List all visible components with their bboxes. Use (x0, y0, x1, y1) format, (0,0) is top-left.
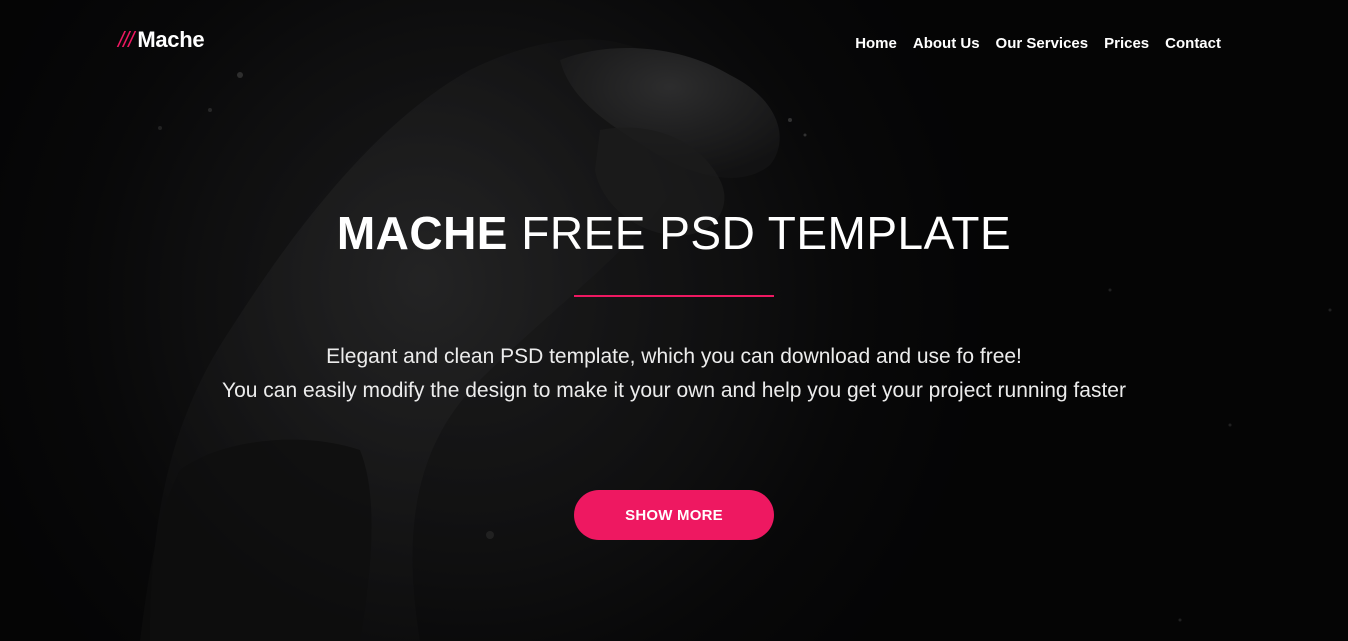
logo-text: Mache (137, 27, 205, 52)
hero-description-line-1: Elegant and clean PSD template, which yo… (326, 345, 1022, 368)
title-divider (574, 295, 774, 297)
hero-description: Elegant and clean PSD template, which yo… (0, 340, 1348, 408)
nav-our-services[interactable]: Our Services (996, 35, 1089, 52)
hero-title-light: FREE PSD TEMPLATE (521, 207, 1012, 259)
logo[interactable]: ///Mache (118, 27, 205, 53)
main-nav: Home About Us Our Services Prices Contac… (855, 35, 1221, 52)
logo-slashes: /// (118, 27, 134, 52)
nav-about-us[interactable]: About Us (913, 35, 980, 52)
show-more-button[interactable]: SHOW MORE (574, 490, 774, 540)
nav-prices[interactable]: Prices (1104, 35, 1149, 52)
nav-home[interactable]: Home (855, 35, 897, 52)
hero-title-strong: MACHE (336, 207, 508, 259)
hero-section: ///Mache Home About Us Our Services Pric… (0, 0, 1348, 641)
nav-contact[interactable]: Contact (1165, 35, 1221, 52)
hero-description-line-2: You can easily modify the design to make… (222, 379, 1126, 402)
hero-title: MACHE FREE PSD TEMPLATE (0, 206, 1348, 260)
dark-overlay (0, 0, 1348, 641)
